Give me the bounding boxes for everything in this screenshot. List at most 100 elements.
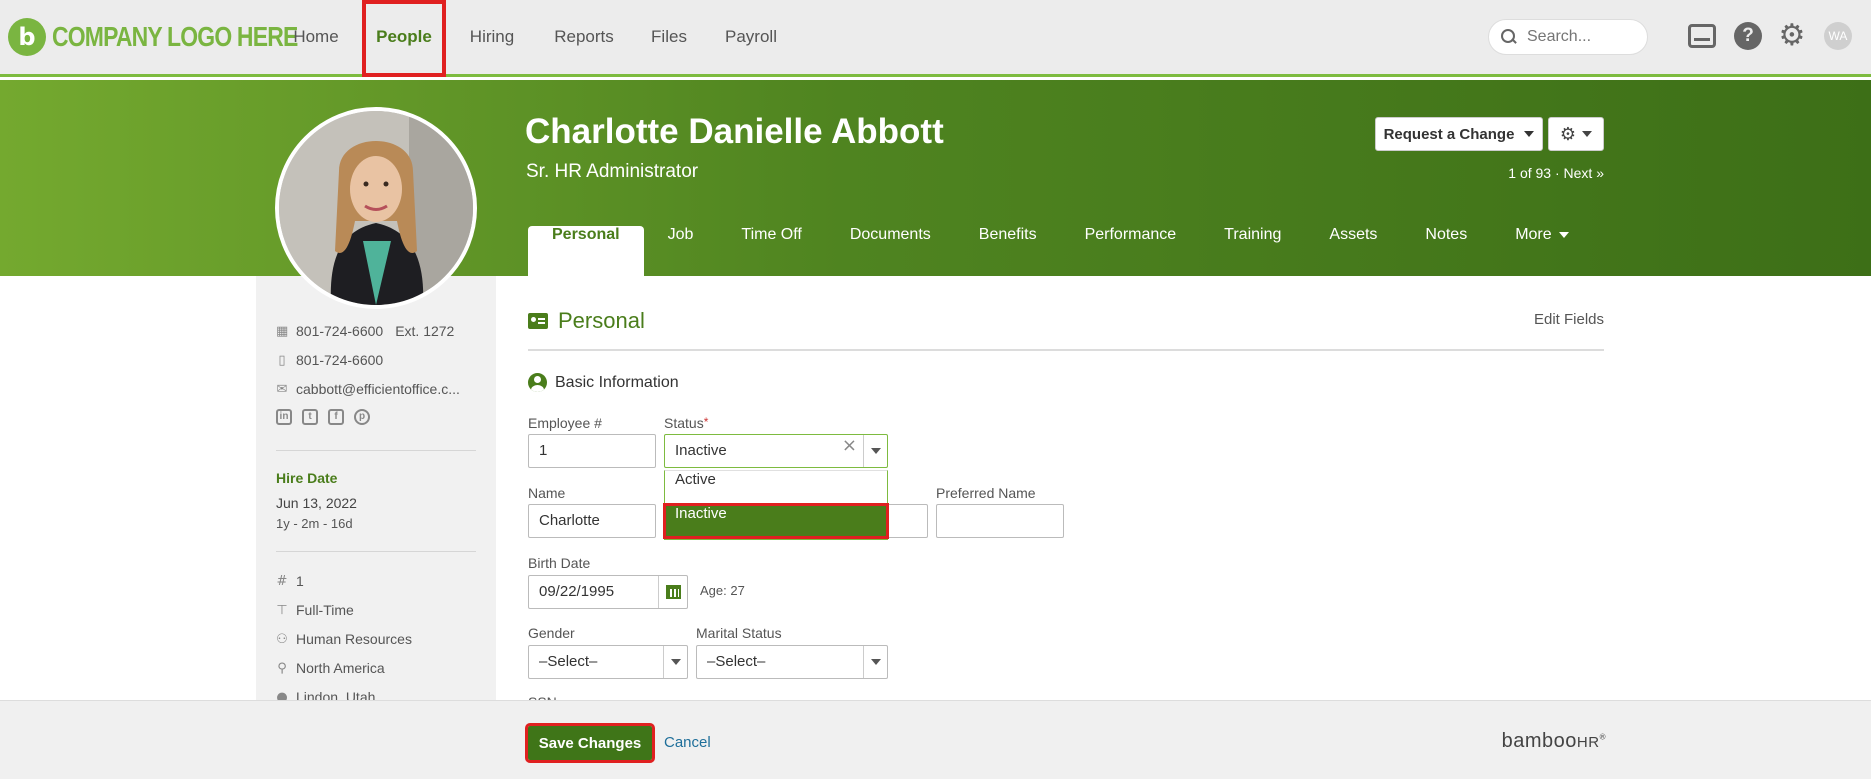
mobile-phone-value: 801-724-6600 [296, 352, 384, 368]
employment-type-value: Full-Time [296, 602, 354, 618]
name-label: Name [528, 485, 566, 501]
tab-training[interactable]: Training [1200, 226, 1305, 276]
social-links: in t f p [276, 409, 370, 425]
inbox-icon[interactable] [1688, 24, 1716, 48]
gender-select[interactable]: –Select– [528, 645, 688, 679]
status-dropdown: Active Inactive [663, 470, 889, 540]
logo-text: COMPANY LOGO HERE [52, 21, 298, 52]
tab-performance[interactable]: Performance [1061, 226, 1201, 276]
tab-more[interactable]: More [1491, 226, 1592, 276]
section-divider [528, 349, 1604, 351]
clipboard-icon: ⊤ [276, 602, 288, 618]
employee-title: Sr. HR Administrator [526, 161, 699, 182]
pinterest-icon[interactable]: p [354, 409, 370, 425]
tab-assets[interactable]: Assets [1305, 226, 1401, 276]
nav-home[interactable]: Home [280, 0, 352, 77]
status-option-inactive[interactable]: Inactive [663, 503, 889, 539]
gender-selected-value: –Select– [539, 653, 598, 670]
nav-reports[interactable]: Reports [546, 0, 622, 77]
calendar-icon [665, 585, 681, 599]
building-icon: ▦ [276, 323, 289, 339]
chevron-down-icon[interactable] [863, 435, 887, 467]
linkedin-icon[interactable]: in [276, 409, 292, 425]
search-input[interactable] [1527, 28, 1637, 46]
status-option-active[interactable]: Active [665, 471, 887, 503]
section-personal: Personal [528, 308, 645, 334]
edit-fields-link[interactable]: Edit Fields [1534, 311, 1604, 328]
tab-notes[interactable]: Notes [1401, 226, 1491, 276]
chevron-down-icon [1558, 231, 1569, 238]
search-box[interactable] [1488, 19, 1648, 55]
employee-photo [275, 107, 477, 309]
hash-icon: # [276, 573, 288, 589]
facebook-icon[interactable]: f [328, 409, 344, 425]
department-value: Human Resources [296, 631, 412, 647]
email[interactable]: ✉ cabbott@efficientoffice.c... [276, 381, 460, 397]
divider [276, 551, 476, 552]
employee-number-label: Employee # [528, 415, 602, 431]
hire-date-value: Jun 13, 2022 [276, 495, 357, 511]
profile-tabs: Personal Job Time Off Documents Benefits… [528, 226, 1593, 276]
tab-documents[interactable]: Documents [826, 226, 955, 276]
calendar-button[interactable] [658, 576, 687, 608]
section-title: Personal [558, 308, 645, 333]
chevron-down-icon [1524, 131, 1535, 137]
status-select[interactable]: Inactive × [664, 434, 888, 468]
nav-payroll[interactable]: Payroll [718, 0, 784, 77]
brand-name: bamboo [1501, 730, 1577, 752]
user-circle-icon [528, 373, 547, 392]
brand-suffix: HR [1576, 734, 1600, 751]
gender-label: Gender [528, 625, 575, 641]
twitter-icon[interactable]: t [302, 409, 318, 425]
bamboohr-logo: bambooHR® [1502, 730, 1606, 753]
work-phone-ext: Ext. 1272 [395, 323, 455, 339]
cancel-link[interactable]: Cancel [664, 734, 711, 751]
save-changes-button[interactable]: Save Changes [525, 723, 655, 763]
gear-icon[interactable]: ⚙ [1778, 21, 1806, 51]
basic-information-heading: Basic Information [528, 373, 679, 392]
tab-benefits[interactable]: Benefits [955, 226, 1061, 276]
profile-settings-button[interactable]: ⚙ [1548, 117, 1604, 151]
email-value[interactable]: cabbott@efficientoffice.c... [296, 381, 460, 397]
department-row: ⚇ Human Resources [276, 631, 412, 647]
divider [276, 450, 476, 451]
marital-status-label: Marital Status [696, 625, 782, 641]
tab-more-label: More [1515, 226, 1552, 243]
registered-mark: ® [1599, 732, 1606, 742]
employee-number-row: # 1 [276, 573, 304, 589]
marital-status-select[interactable]: –Select– [696, 645, 888, 679]
employee-number-field[interactable]: 1 [528, 434, 656, 468]
preferred-name-field[interactable] [936, 504, 1064, 538]
subsection-title: Basic Information [555, 373, 679, 391]
chevron-down-icon[interactable] [863, 646, 887, 678]
required-marker: * [703, 415, 709, 429]
work-phone: ▦ 801-724-6600 Ext. 1272 [276, 323, 454, 339]
help-icon[interactable]: ? [1734, 22, 1762, 50]
mobile-phone: ▯ 801-724-6600 [276, 352, 383, 368]
logo-icon: b [8, 18, 46, 56]
chevron-down-icon[interactable] [663, 646, 687, 678]
status-selected-value: Inactive [675, 442, 727, 459]
preferred-name-label: Preferred Name [936, 485, 1036, 501]
division-value: North America [296, 660, 385, 676]
user-avatar[interactable]: WA [1824, 22, 1852, 50]
nav-people[interactable]: People [362, 0, 446, 77]
clear-icon[interactable]: × [842, 435, 857, 456]
work-phone-value: 801-724-6600 [296, 323, 384, 339]
search-icon [1501, 29, 1517, 45]
employee-number-value: 1 [296, 573, 304, 589]
first-name-field[interactable]: Charlotte [528, 504, 656, 538]
employee-name: Charlotte Danielle Abbott [525, 112, 944, 151]
request-change-button[interactable]: Request a Change [1375, 117, 1543, 151]
org-chart-icon: ⚲ [277, 660, 287, 676]
tab-personal[interactable]: Personal [528, 226, 644, 276]
employee-pager[interactable]: 1 of 93 · Next » [1508, 165, 1604, 181]
status-label: Status* [664, 415, 708, 431]
hire-duration: 1y - 2m - 16d [276, 516, 353, 531]
nav-hiring[interactable]: Hiring [460, 0, 524, 77]
tab-time-off[interactable]: Time Off [717, 226, 825, 276]
age-text: Age: 27 [700, 583, 745, 598]
id-card-icon [528, 313, 548, 329]
nav-files[interactable]: Files [645, 0, 693, 77]
tab-job[interactable]: Job [644, 226, 718, 276]
